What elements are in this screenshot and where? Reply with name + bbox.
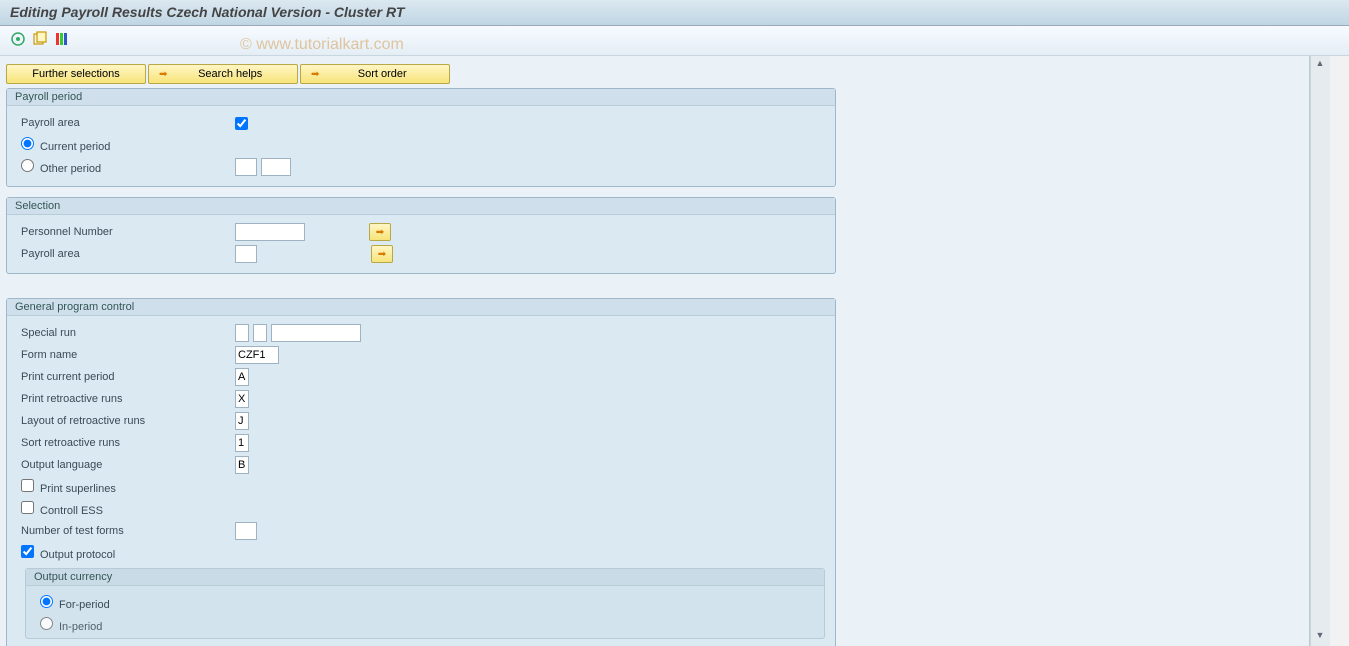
personnel-multiple-selection-button[interactable] bbox=[369, 223, 391, 241]
get-variant-icon[interactable] bbox=[32, 31, 48, 50]
payroll-area-label: Payroll area bbox=[21, 117, 231, 129]
output-lang-input[interactable] bbox=[235, 456, 249, 474]
print-current-input[interactable] bbox=[235, 368, 249, 386]
other-period-label: Other period bbox=[40, 163, 101, 175]
further-selections-button[interactable]: Further selections bbox=[6, 64, 146, 84]
output-protocol-checkbox[interactable] bbox=[21, 545, 34, 558]
print-retro-label: Print retroactive runs bbox=[21, 393, 231, 405]
group-title: Payroll period bbox=[7, 89, 835, 106]
payroll-area-checkbox[interactable] bbox=[235, 117, 248, 130]
special-run-input-1[interactable] bbox=[235, 324, 249, 342]
special-run-label: Special run bbox=[21, 327, 231, 339]
sort-order-label: Sort order bbox=[325, 68, 439, 80]
sort-retro-label: Sort retroactive runs bbox=[21, 437, 231, 449]
sort-order-button[interactable]: Sort order bbox=[300, 64, 450, 84]
print-superlines-checkbox[interactable] bbox=[21, 479, 34, 492]
print-superlines-label: Print superlines bbox=[40, 483, 116, 495]
form-name-label: Form name bbox=[21, 349, 231, 361]
print-retro-input[interactable] bbox=[235, 390, 249, 408]
group-output-currency: Output currency For-period In-period bbox=[25, 568, 825, 639]
for-period-radio[interactable] bbox=[40, 595, 53, 608]
in-period-option[interactable]: In-period bbox=[40, 617, 250, 633]
group-title: General program control bbox=[7, 299, 835, 316]
arrow-right-icon bbox=[376, 226, 384, 238]
in-period-radio[interactable] bbox=[40, 617, 53, 630]
form-name-input[interactable] bbox=[235, 346, 279, 364]
scroll-down-icon[interactable]: ▼ bbox=[1313, 630, 1327, 644]
arrow-right-icon bbox=[311, 68, 319, 80]
arrow-right-icon bbox=[159, 68, 167, 80]
search-helps-label: Search helps bbox=[173, 68, 287, 80]
in-period-label: In-period bbox=[59, 621, 102, 633]
output-protocol-label: Output protocol bbox=[40, 549, 115, 561]
current-period-radio[interactable] bbox=[21, 137, 34, 150]
print-current-label: Print current period bbox=[21, 371, 231, 383]
selection-screen: Further selections Search helps Sort ord… bbox=[0, 56, 1310, 646]
group-title: Output currency bbox=[26, 569, 824, 586]
output-protocol-option[interactable]: Output protocol bbox=[21, 545, 231, 561]
output-lang-label: Output language bbox=[21, 459, 231, 471]
controll-ess-label: Controll ESS bbox=[40, 505, 103, 517]
arrow-right-icon bbox=[378, 248, 386, 260]
current-period-label: Current period bbox=[40, 141, 110, 153]
group-title: Selection bbox=[7, 198, 835, 215]
payroll-area-sel-label: Payroll area bbox=[21, 248, 231, 260]
controll-ess-checkbox[interactable] bbox=[21, 501, 34, 514]
group-payroll-period: Payroll period Payroll area Current peri… bbox=[6, 88, 836, 187]
controll-ess-option[interactable]: Controll ESS bbox=[21, 501, 231, 517]
other-period-field-1[interactable] bbox=[235, 158, 257, 176]
window-title: Editing Payroll Results Czech National V… bbox=[0, 0, 1349, 26]
other-period-radio[interactable] bbox=[21, 159, 34, 172]
num-test-forms-label: Number of test forms bbox=[21, 525, 231, 537]
for-period-label: For-period bbox=[59, 599, 110, 611]
special-run-input-3[interactable] bbox=[271, 324, 361, 342]
execute-icon[interactable] bbox=[10, 31, 26, 50]
group-general-control: General program control Special run Form… bbox=[6, 298, 836, 646]
scroll-up-icon[interactable]: ▲ bbox=[1313, 58, 1327, 72]
payroll-area-multiple-selection-button[interactable] bbox=[371, 245, 393, 263]
other-period-field-2[interactable] bbox=[261, 158, 291, 176]
other-period-option[interactable]: Other period bbox=[21, 159, 231, 175]
num-test-forms-input[interactable] bbox=[235, 522, 257, 540]
group-selection: Selection Personnel Number Payroll area bbox=[6, 197, 836, 274]
vertical-scrollbar[interactable]: ▲ ▼ bbox=[1310, 56, 1330, 646]
personnel-number-label: Personnel Number bbox=[21, 226, 231, 238]
print-superlines-option[interactable]: Print superlines bbox=[21, 479, 231, 495]
layout-retro-input[interactable] bbox=[235, 412, 249, 430]
sort-retro-input[interactable] bbox=[235, 434, 249, 452]
app-toolbar bbox=[0, 26, 1349, 56]
for-period-option[interactable]: For-period bbox=[40, 595, 250, 611]
color-legend-icon[interactable] bbox=[54, 31, 70, 50]
special-run-input-2[interactable] bbox=[253, 324, 267, 342]
personnel-number-input[interactable] bbox=[235, 223, 305, 241]
layout-retro-label: Layout of retroactive runs bbox=[21, 415, 231, 427]
payroll-area-sel-input[interactable] bbox=[235, 245, 257, 263]
search-helps-button[interactable]: Search helps bbox=[148, 64, 298, 84]
current-period-option[interactable]: Current period bbox=[21, 137, 231, 153]
